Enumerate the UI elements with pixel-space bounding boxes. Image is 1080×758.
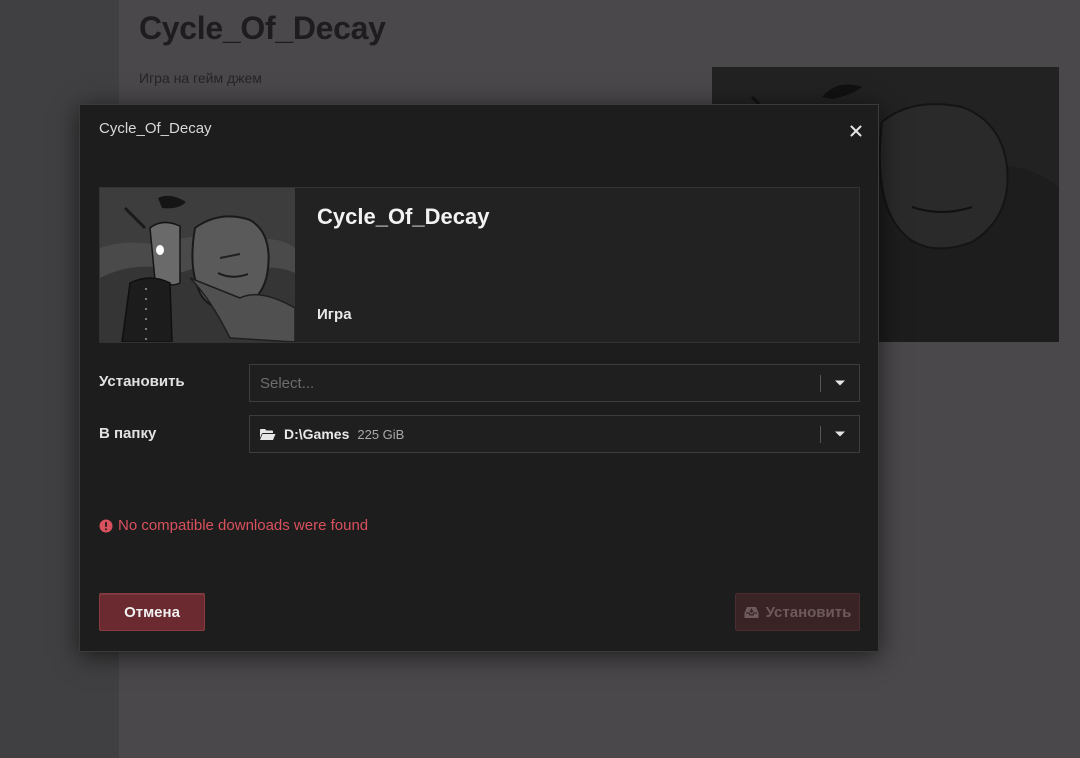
download-box-icon: [744, 606, 759, 618]
error-text: No compatible downloads were found: [118, 517, 369, 534]
background-page-title: Cycle_Of_Decay: [139, 10, 386, 46]
folder-field-label: В папку: [99, 425, 157, 442]
folder-select-value: D:\Games 225 GiB: [250, 426, 820, 442]
background-page-description: Игра на гейм джем: [139, 70, 262, 86]
error-message: No compatible downloads were found: [99, 517, 368, 534]
install-select-placeholder: Select...: [260, 374, 315, 392]
install-select[interactable]: Select...: [249, 364, 860, 402]
install-dialog: Cycle_Of_Decay Cycle_Of_Decay Игра Устан…: [79, 104, 879, 652]
install-button-label: Установить: [765, 603, 852, 621]
folder-select-dropdown-toggle[interactable]: [821, 430, 859, 438]
game-name: Cycle_Of_Decay: [317, 204, 490, 229]
folder-free-space: 225 GiB: [357, 426, 405, 442]
close-button[interactable]: [844, 119, 868, 143]
chevron-down-icon: [835, 431, 845, 437]
cancel-button[interactable]: Отмена: [99, 593, 205, 631]
install-select-dropdown-toggle[interactable]: [821, 379, 859, 387]
game-type: Игра: [317, 306, 352, 323]
dialog-title: Cycle_Of_Decay: [99, 120, 212, 137]
cancel-button-label: Отмена: [124, 603, 180, 621]
close-icon: [850, 125, 862, 137]
game-cover-thumbnail: [100, 188, 295, 342]
chevron-down-icon: [835, 380, 845, 386]
game-card: Cycle_Of_Decay Игра: [99, 187, 860, 343]
install-button[interactable]: Установить: [735, 593, 860, 631]
exclamation-circle-icon: [99, 519, 113, 532]
folder-select[interactable]: D:\Games 225 GiB: [249, 415, 860, 453]
folder-path: D:\Games: [284, 426, 350, 442]
folder-open-icon: [260, 428, 276, 440]
install-field-label: Установить: [99, 373, 185, 390]
